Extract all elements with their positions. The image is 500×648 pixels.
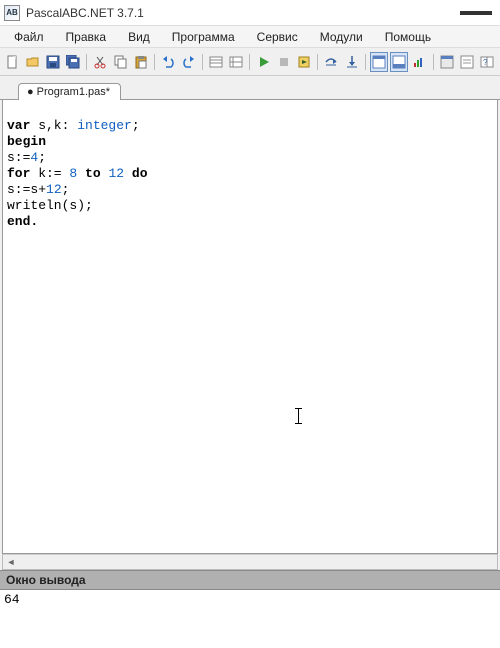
window-title: PascalABC.NET 3.7.1 <box>26 6 456 20</box>
menu-service[interactable]: Сервис <box>247 28 308 46</box>
separator <box>200 52 206 72</box>
save-icon[interactable] <box>44 52 62 72</box>
separator <box>247 52 253 72</box>
redo-icon[interactable] <box>180 52 198 72</box>
titlebar: AB PascalABC.NET 3.7.1 <box>0 0 500 26</box>
menu-file[interactable]: Файл <box>4 28 54 46</box>
properties-icon[interactable] <box>207 52 225 72</box>
chart-icon[interactable] <box>410 52 428 72</box>
code-line-6: writeln(s); <box>7 198 93 213</box>
copy-icon[interactable] <box>112 52 130 72</box>
menu-view[interactable]: Вид <box>118 28 160 46</box>
undo-icon[interactable] <box>159 52 177 72</box>
separator <box>84 52 90 72</box>
form-icon[interactable] <box>438 52 456 72</box>
menubar: Файл Правка Вид Программа Сервис Модули … <box>0 26 500 48</box>
menu-program[interactable]: Программа <box>162 28 245 46</box>
code-line-7: end. <box>7 214 38 229</box>
code-line-3: s:=4; <box>7 150 46 165</box>
separator <box>315 52 321 72</box>
scroll-left-icon[interactable]: ◄ <box>3 555 19 569</box>
menu-modules[interactable]: Модули <box>310 28 373 46</box>
open-folder-icon[interactable] <box>24 52 42 72</box>
output-panel-body[interactable]: 64 <box>0 590 500 648</box>
app-icon: AB <box>4 5 20 21</box>
toolbar: ? <box>0 48 500 76</box>
svg-text:?: ? <box>483 58 488 67</box>
separator <box>363 52 369 72</box>
paste-icon[interactable] <box>132 52 150 72</box>
new-file-icon[interactable] <box>4 52 22 72</box>
cut-icon[interactable] <box>92 52 110 72</box>
window-icon[interactable] <box>458 52 476 72</box>
save-all-icon[interactable] <box>64 52 82 72</box>
help-icon[interactable]: ? <box>478 52 496 72</box>
menu-edit[interactable]: Правка <box>56 28 117 46</box>
code-editor[interactable]: var s,k: integer; begin s:=4; for k:= 8 … <box>2 100 498 554</box>
properties2-icon[interactable] <box>227 52 245 72</box>
minimize-button[interactable] <box>456 2 496 24</box>
tab-program1[interactable]: ● Program1.pas* <box>18 83 121 100</box>
code-line-5: s:=s+12; <box>7 182 69 197</box>
tab-modified-dot: ● <box>27 86 34 98</box>
step-over-icon[interactable] <box>322 52 340 72</box>
code-line-1: var s,k: integer; <box>7 118 140 133</box>
separator <box>152 52 158 72</box>
menu-help[interactable]: Помощь <box>375 28 441 46</box>
text-cursor <box>298 408 299 424</box>
output-panel-header: Окно вывода <box>0 570 500 590</box>
tabbar: ● Program1.pas* <box>0 76 500 100</box>
code-line-4: for k:= 8 to 12 do <box>7 166 148 181</box>
panel2-icon[interactable] <box>390 52 408 72</box>
code-line-2: begin <box>7 134 46 149</box>
separator <box>430 52 436 72</box>
compile-icon[interactable] <box>295 52 313 72</box>
editor-h-scrollbar[interactable]: ◄ <box>2 554 498 570</box>
stop-icon[interactable] <box>275 52 293 72</box>
run-icon[interactable] <box>255 52 273 72</box>
tab-label: Program1.pas* <box>37 86 110 98</box>
step-in-icon[interactable] <box>343 52 361 72</box>
output-text: 64 <box>4 592 20 607</box>
panel1-icon[interactable] <box>370 52 388 72</box>
